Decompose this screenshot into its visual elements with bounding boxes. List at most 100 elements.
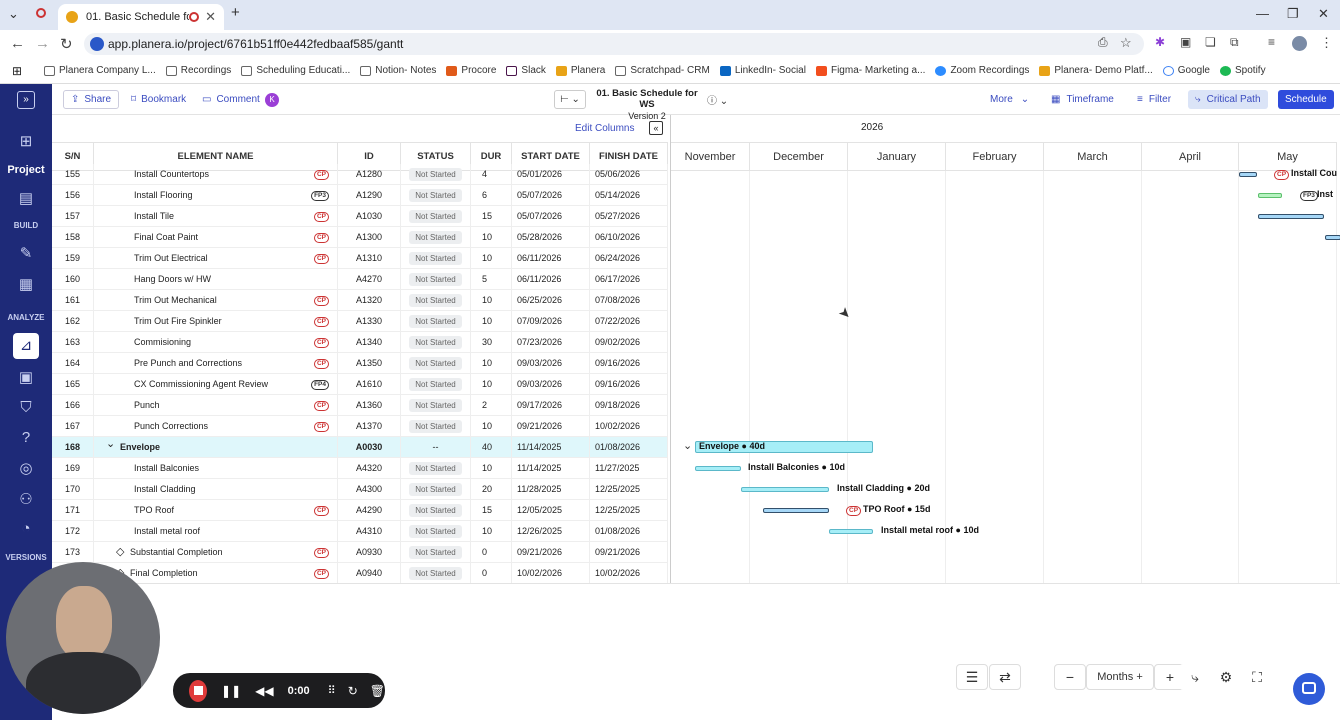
cell-element-name[interactable]: Install Balconies [94,457,338,479]
layout-icon[interactable]: ▦ [0,275,52,293]
bookmark-item[interactable]: Planera Company L... [44,65,156,76]
cell-element-name[interactable]: Hang Doors w/ HW [94,268,338,290]
table-row[interactable]: 170 Install Cladding A4300 Not Started 20 11/… [52,478,668,500]
reading-list-icon[interactable]: ≡ [1268,35,1275,49]
support-chat-button[interactable] [1293,673,1325,705]
table-row[interactable]: 161 Trim Out Mechanical CP A1320 Not Started… [52,289,668,311]
cell-element-name[interactable]: Trim Out Fire Spinkler CP [94,310,338,332]
gantt-bar-flooring[interactable] [1258,193,1282,198]
bookmark-item[interactable]: Procore [446,65,496,76]
gantt-bar-tpo-roof[interactable] [763,508,829,513]
cell-element-name[interactable]: Commisioning CP [94,331,338,353]
url-field[interactable]: app.planera.io/project/6761b51ff0e442fed… [84,33,1144,55]
timer-icon[interactable]: ◔ [0,520,52,537]
table-row[interactable]: 159 Trim Out Electrical CP A1310 Not Started… [52,247,668,269]
apps-grid-icon[interactable]: ⊞ [12,64,22,78]
cell-element-name[interactable]: Punch Corrections CP [94,415,338,437]
bookmark-item[interactable]: Figma- Marketing a... [815,65,925,76]
sidebar-project-label[interactable]: Project [0,164,52,176]
trash-icon[interactable]: 🗑 [370,684,385,698]
cell-element-name[interactable]: Pre Punch and Corrections CP [94,352,338,374]
cell-element-name[interactable]: Install Flooring FP3 [94,184,338,206]
cell-element-name[interactable]: Trim Out Mechanical CP [94,289,338,311]
table-row[interactable]: 173 ◇ Substantial Completion CP A0930 Not Sta… [52,541,668,563]
tab-search-icon[interactable]: ⌄ [8,6,19,22]
close-window-icon[interactable]: ✕ [1318,6,1329,22]
gantt-bar-final-paint[interactable] [1325,235,1340,240]
table-row[interactable]: 168 ⌄ Envelope A0030 -- 40 11/14/2025 01/08/202… [52,436,668,458]
people-icon[interactable]: ⚇ [0,490,52,508]
gantt-bar-balconies[interactable] [695,466,741,471]
schedule-info-button[interactable]: ⓘ ⌄ [707,90,728,109]
help-icon[interactable]: ? [0,429,52,446]
cell-element-name[interactable]: ⌄ Envelope [94,436,338,458]
list-view-icon[interactable]: ☰ [956,664,988,690]
bookmark-item[interactable]: Recordings [165,65,231,76]
profile-avatar[interactable] [1292,36,1307,51]
pause-icon[interactable]: ❚❚ [221,684,241,698]
table-row[interactable]: 169 Install Balconies A4320 Not Started 10 11… [52,457,668,479]
share-button[interactable]: ⇪ Share [63,90,120,109]
schedule-button[interactable]: Schedule [1278,90,1334,109]
bookmark-item[interactable]: Spotify [1220,65,1266,76]
extension-icon[interactable]: ✱ [1155,35,1165,49]
table-row[interactable]: 165 CX Commissioning Agent Review FP4 A1610… [52,373,668,395]
cell-element-name[interactable]: Install metal roof [94,520,338,542]
extensions-puzzle-icon[interactable]: ⧉ [1230,35,1239,50]
gantt-chart-icon[interactable]: ⊿ [13,333,39,359]
collapse-grid-icon[interactable]: « [649,121,663,135]
fullscreen-icon[interactable]: ⛶ [1241,664,1273,690]
bookmark-item[interactable]: Google [1162,65,1210,76]
bookmark-star-icon[interactable]: ☆ [1120,35,1132,51]
cell-element-name[interactable]: Final Coat Paint CP [94,226,338,248]
view-switch-button[interactable]: ⊢ ⌄ [554,90,586,109]
table-row[interactable]: 158 Final Coat Paint CP A1300 Not Started 10 0… [52,226,668,248]
zoom-level-select[interactable]: Months + [1086,664,1154,690]
bookmark-item[interactable]: Planera- Demo Platf... [1039,65,1153,76]
install-app-icon[interactable]: ⎙ [1098,35,1108,50]
table-row[interactable]: 163 Commisioning CP A1340 Not Started 30 07/23… [52,331,668,353]
table-row[interactable]: 172 Install metal roof A4310 Not Started 10 1… [52,520,668,542]
dependency-icon[interactable]: ⤷ [1179,664,1211,690]
calendar-icon[interactable]: ▣ [0,368,52,386]
gantt-bar-cladding[interactable] [741,487,829,492]
bookmark-item[interactable]: Planera [555,65,605,76]
shield-icon[interactable]: ⛉ [0,399,52,416]
restore-icon[interactable]: ❐ [1287,6,1299,22]
bookmark-item[interactable]: Scratchpad- CRM [615,65,710,76]
table-row[interactable]: 174◇Final CompletionCPA0940Not Started01… [52,562,668,583]
new-tab-icon[interactable]: + [231,4,240,21]
bookmark-item[interactable]: LinkedIn- Social [719,65,806,76]
collapse-chevron-icon[interactable]: ⌄ [106,437,115,455]
table-row[interactable]: 167 Punch Corrections CP A1370 Not Started 10… [52,415,668,437]
bookmark-button[interactable]: ⌑ Bookmark [131,90,186,109]
expand-sidebar-icon[interactable]: » [17,91,35,109]
cell-element-name[interactable]: CX Commissioning Agent Review FP4 [94,373,338,395]
comment-button[interactable]: ▭ Comment [202,90,260,109]
extension-icon-3[interactable]: ❏ [1205,35,1216,49]
gantt-bar-metal-roof[interactable] [829,529,873,534]
cell-element-name[interactable]: Install Tile CP [94,205,338,227]
settings-gear-icon[interactable]: ⚙ [1210,664,1242,690]
edit-pencil-icon[interactable]: ✎ [0,244,52,262]
bookmark-item[interactable]: Scheduling Educati... [241,65,350,76]
table-row[interactable]: 157 Install Tile CP A1030 Not Started 15 05/07… [52,205,668,227]
cell-element-name[interactable]: Punch CP [94,394,338,416]
tab-close-icon[interactable]: ✕ [205,9,216,25]
gantt-bar-tile[interactable] [1258,214,1324,219]
table-row[interactable]: 166 Punch CP A1360 Not Started 2 09/17/2026 09/… [52,394,668,416]
table-row[interactable]: 164 Pre Punch and Corrections CP A1350 Not S… [52,352,668,374]
forward-icon[interactable]: → [35,35,50,52]
critical-path-button[interactable]: ⤷ Critical Path [1188,90,1268,109]
gantt-bar-countertops[interactable] [1239,172,1257,177]
minimize-icon[interactable]: — [1256,6,1269,21]
browser-tab-active[interactable]: 01. Basic Schedule for WS ✕ [58,4,224,30]
table-row[interactable]: 156 Install Flooring FP3 A1290 Not Started 6 0… [52,184,668,206]
bookmark-item[interactable]: Notion- Notes [360,65,436,76]
table-row[interactable]: 171 TPO Roof CP A4290 Not Started 15 12/05/202… [52,499,668,521]
globe-icon[interactable]: ◎ [0,459,52,477]
drag-handle-icon[interactable]: ⠿ [328,684,336,697]
rewind-icon[interactable]: ◀◀ [255,684,273,698]
zoom-out-icon[interactable]: − [1054,664,1086,690]
filter-button[interactable]: ≡ Filter [1137,90,1171,109]
